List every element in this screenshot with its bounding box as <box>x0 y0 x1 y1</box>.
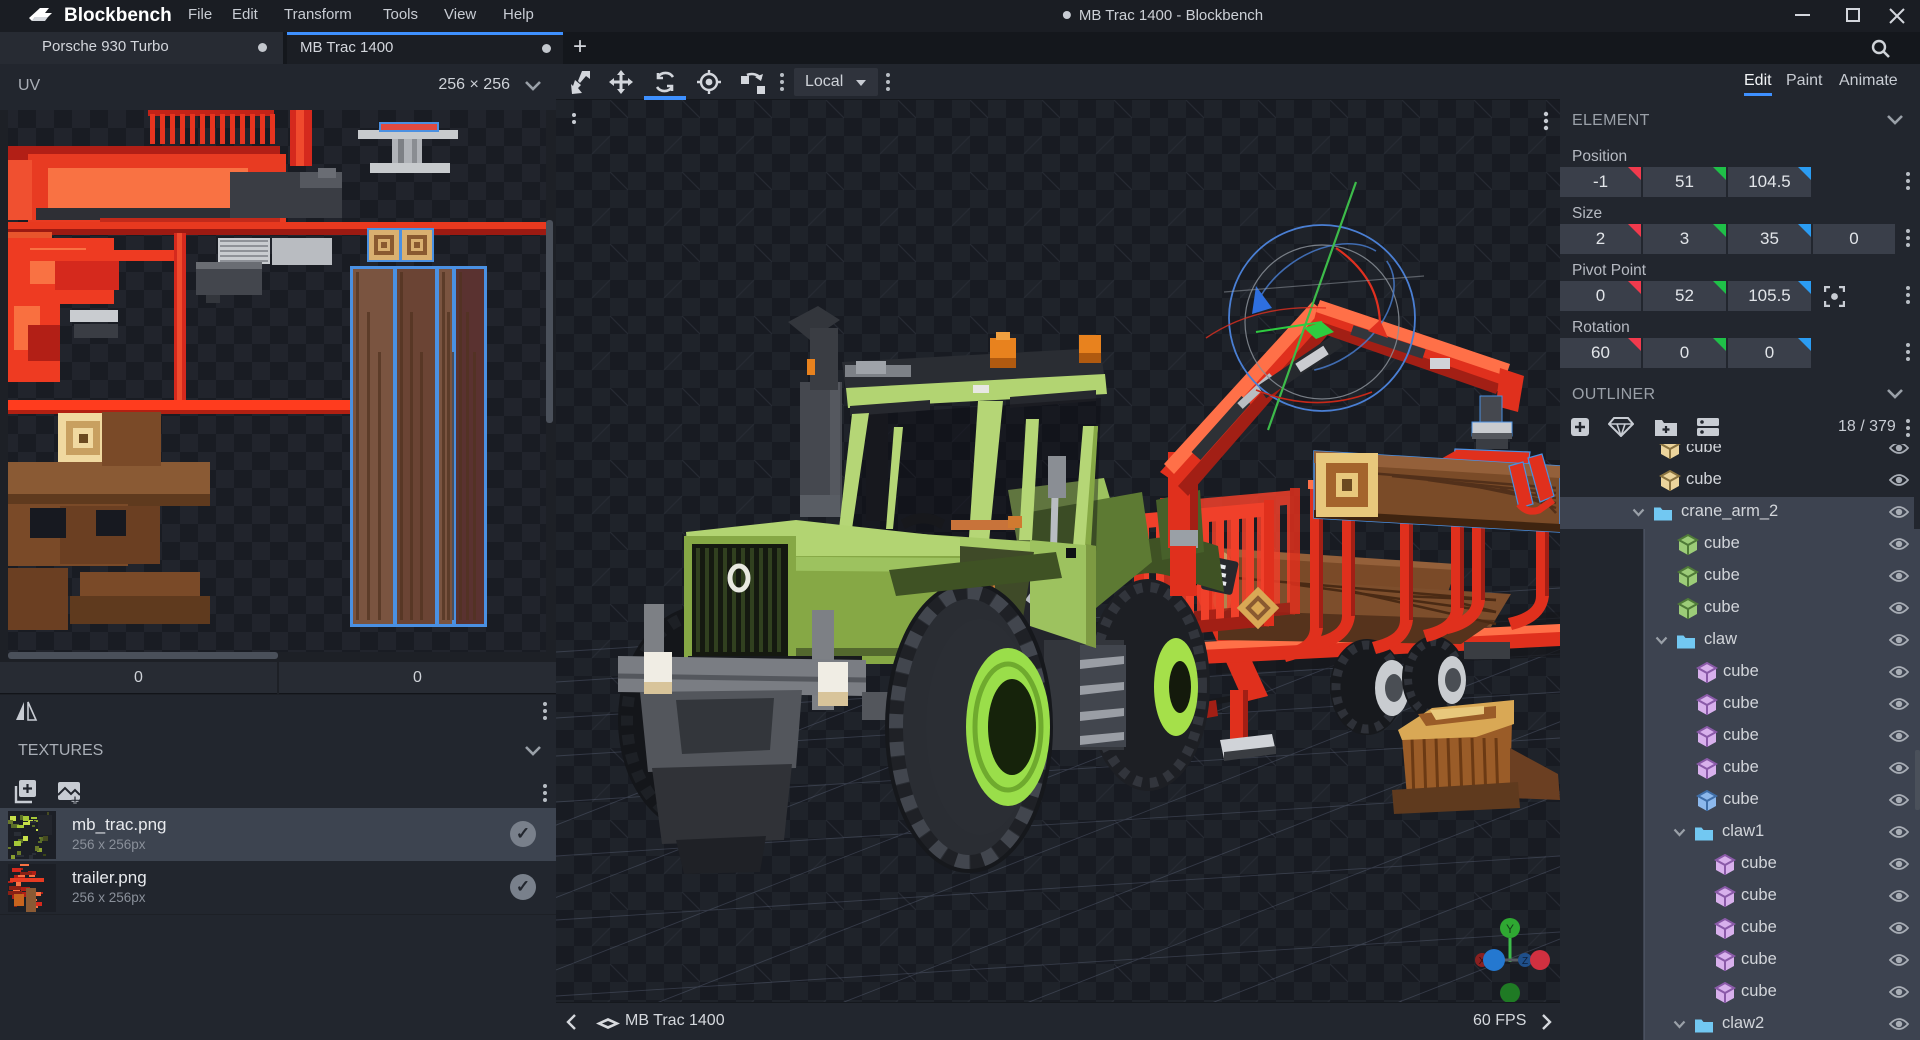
svg-text:Z: Z <box>1522 956 1528 967</box>
svg-text:Y: Y <box>1506 922 1514 936</box>
